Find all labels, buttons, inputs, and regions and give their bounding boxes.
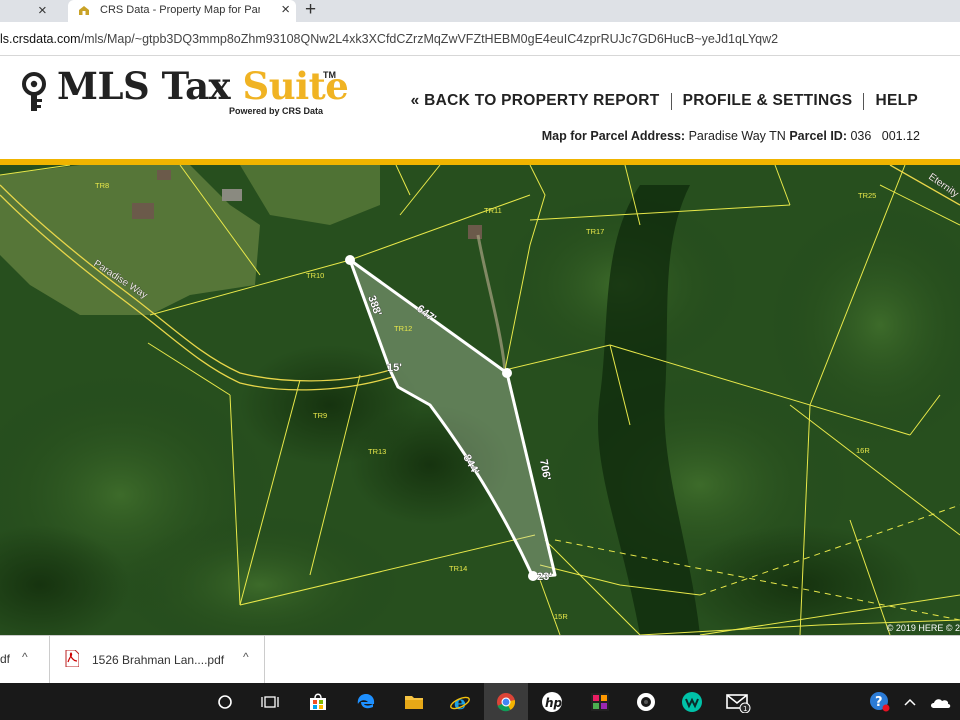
cortana-circle-icon[interactable] — [203, 683, 247, 720]
store-icon[interactable] — [296, 683, 340, 720]
tract-label: 15R — [554, 612, 568, 621]
parcel-vertex-marker[interactable] — [345, 255, 355, 265]
internet-explorer-icon[interactable]: e — [438, 683, 482, 720]
logo-powered-by: Powered by CRS Data — [229, 106, 324, 116]
help-link[interactable]: HELP — [875, 92, 918, 110]
download-menu-chevron-icon[interactable]: ^ — [22, 650, 28, 664]
previous-tab-close-icon[interactable]: × — [38, 2, 47, 19]
tract-label: TR9 — [313, 411, 327, 420]
tract-label: TR11 — [484, 206, 502, 215]
windows-taskbar: e hp 1 ? — [0, 683, 960, 720]
logo-primary: MLS Tax — [57, 64, 243, 108]
download-menu-chevron-icon[interactable]: ^ — [243, 650, 249, 664]
active-tab-title: CRS Data - Property Map for Parcel — [100, 4, 260, 16]
task-view-icon[interactable] — [248, 683, 292, 720]
tract-label: 16R — [856, 446, 870, 455]
hp-icon[interactable]: hp — [530, 683, 574, 720]
back-to-report-link[interactable]: « BACK TO PROPERTY REPORT — [411, 92, 660, 110]
parcel-address-label: Map for Parcel Address: — [541, 129, 686, 143]
svg-text:?: ? — [875, 695, 883, 710]
url-host: ls.crsdata.com — [0, 32, 81, 46]
download-item[interactable]: 1526 Brahman Lan....pdf ^ — [51, 636, 265, 683]
building — [222, 189, 242, 201]
tract-label: TR17 — [586, 227, 604, 236]
parcel-vertex-marker[interactable] — [502, 368, 512, 378]
tract-label: TR25 — [858, 191, 876, 200]
parcel-address-value: Paradise Way TN — [688, 129, 786, 143]
active-tab-close-icon[interactable]: × — [281, 1, 290, 18]
tract-label: TR13 — [368, 447, 386, 456]
address-bar[interactable]: ls.crsdata.com/mls/Map/~gtpb3DQ3mmp8oZhm… — [0, 22, 960, 56]
nav-divider — [670, 92, 672, 110]
site-header: MLS Tax Suite TM Powered by CRS Data « B… — [0, 56, 960, 165]
building — [468, 225, 482, 239]
pdf-file-icon — [65, 650, 79, 667]
nav-divider — [863, 92, 865, 110]
browser-tab-strip: × CRS Data - Property Map for Parcel × + — [0, 0, 960, 22]
map-canvas[interactable]: 388' 647' 15' 706' 844' 23' Paradise Way… — [0, 165, 960, 635]
map-attribution: © 2019 HERE © 2 — [886, 623, 960, 633]
download-file-name: df — [0, 652, 11, 666]
download-item-previous[interactable]: df ^ — [0, 636, 50, 683]
download-file-name: 1526 Brahman Lan....pdf — [92, 653, 225, 667]
profile-settings-link[interactable]: PROFILE & SETTINGS — [683, 92, 853, 110]
svg-text:hp: hp — [545, 696, 563, 710]
url-text[interactable]: ls.crsdata.com/mls/Map/~gtpb3DQ3mmp8oZhm… — [0, 32, 778, 46]
satellite-map[interactable]: 388' 647' 15' 706' 844' 23' Paradise Way… — [0, 165, 960, 635]
url-path: /mls/Map/~gtpb3DQ3mmp8oZhm93108QNw2L4xk3… — [80, 32, 779, 46]
mail-badge-count: 1 — [743, 705, 747, 713]
camera-app-icon[interactable] — [624, 683, 668, 720]
house-favicon-icon — [79, 6, 89, 15]
logo-wordmark: MLS Tax Suite — [57, 64, 349, 108]
parcel-info: Map for Parcel Address: Paradise Way TN … — [542, 129, 920, 143]
building — [132, 203, 154, 219]
tract-label: TR10 — [306, 271, 324, 280]
file-explorer-icon[interactable] — [392, 683, 436, 720]
tract-label: TR8 — [95, 181, 109, 190]
chrome-icon[interactable] — [484, 683, 528, 720]
tract-label: TR14 — [449, 564, 467, 573]
webroot-icon[interactable] — [670, 683, 714, 720]
new-tab-button[interactable]: + — [305, 0, 316, 21]
tract-label: TR12 — [394, 324, 412, 333]
edge-icon[interactable] — [344, 683, 388, 720]
parcel-id-label: Parcel ID: — [789, 129, 847, 143]
key-logo-icon — [22, 72, 46, 111]
onedrive-icon[interactable] — [920, 683, 960, 720]
active-tab[interactable]: CRS Data - Property Map for Parcel × — [68, 0, 296, 22]
logo-trademark: TM — [323, 70, 336, 80]
dimension-label: 15' — [387, 362, 402, 374]
downloads-bar: df ^ 1526 Brahman Lan....pdf ^ — [0, 635, 960, 683]
dimension-label: 23' — [537, 571, 552, 583]
parcel-id-value: 036 001.12 — [850, 129, 920, 143]
photos-icon[interactable] — [578, 683, 622, 720]
building — [157, 170, 171, 180]
header-nav: « BACK TO PROPERTY REPORT PROFILE & SETT… — [411, 92, 918, 110]
mail-icon[interactable]: 1 — [716, 683, 760, 720]
